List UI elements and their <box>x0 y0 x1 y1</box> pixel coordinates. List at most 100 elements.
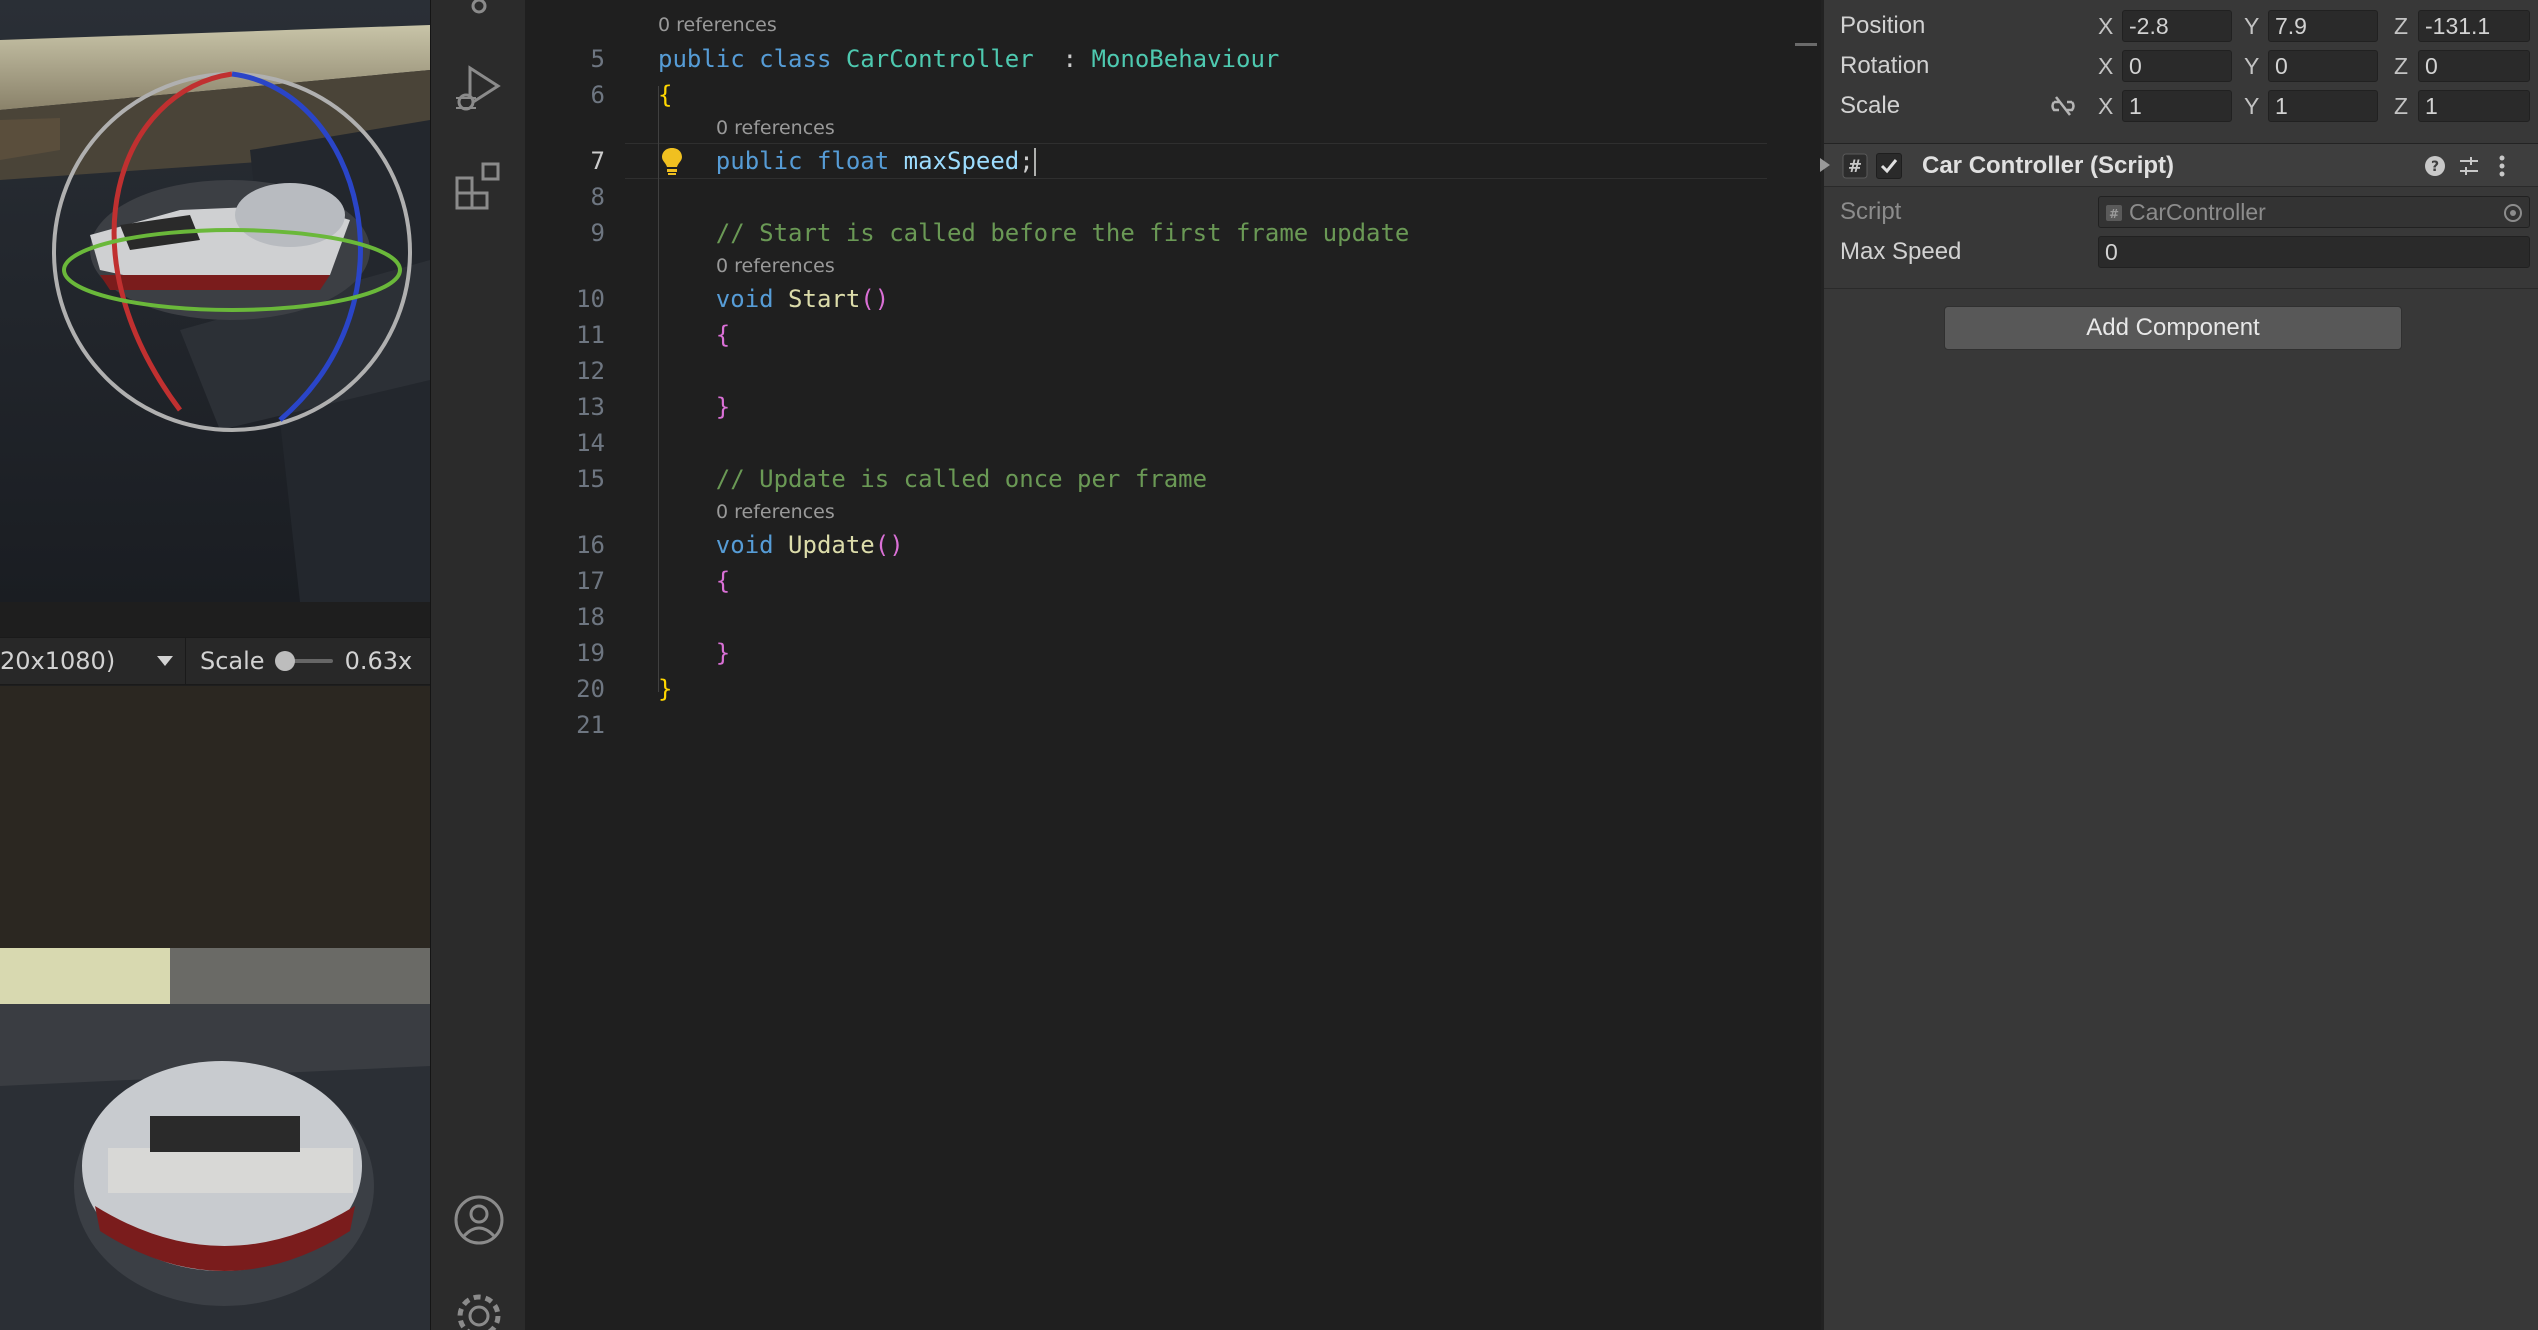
code-line[interactable]: 21 <box>525 707 1793 743</box>
rotation-x-field[interactable]: 0 <box>2122 50 2232 82</box>
foldout-arrow-icon[interactable] <box>1820 158 1832 172</box>
code-text[interactable]: { <box>658 317 730 353</box>
max-speed-label[interactable]: Max Speed <box>1840 238 1961 266</box>
code-line[interactable]: 19 } <box>525 635 1793 671</box>
line-number: 20 <box>576 675 605 703</box>
scale-x-label[interactable]: X <box>2098 93 2113 120</box>
scale-label: Scale <box>1840 92 1901 119</box>
more-options-icon[interactable] <box>2496 155 2508 177</box>
rotation-y-field[interactable]: 0 <box>2268 50 2378 82</box>
code-text[interactable]: public class CarController : MonoBehavio… <box>658 41 1279 77</box>
lightbulb-icon[interactable] <box>660 146 684 176</box>
code-line[interactable]: 15 // Update is called once per frame <box>525 461 1793 497</box>
code-text[interactable]: } <box>658 671 672 707</box>
source-control-icon[interactable] <box>431 0 526 22</box>
code-line[interactable]: 16 void Update() <box>525 527 1793 563</box>
script-object-field[interactable]: # CarController <box>2098 196 2530 228</box>
account-icon[interactable] <box>431 1194 526 1246</box>
code-text[interactable]: // Start is called before the first fram… <box>658 215 1410 251</box>
code-text[interactable]: void Update() <box>658 527 904 563</box>
extensions-icon[interactable] <box>431 160 526 212</box>
scene-view[interactable] <box>0 0 430 602</box>
code-text[interactable]: // Update is called once per frame <box>658 461 1207 497</box>
position-y-label[interactable]: Y <box>2244 13 2259 40</box>
code-token: Start <box>788 285 861 313</box>
line-number: 12 <box>576 357 605 385</box>
constrain-proportions-icon[interactable] <box>2050 94 2076 118</box>
code-editor[interactable]: 0 references 0 references 0 references 0… <box>525 0 1821 1330</box>
code-token: () <box>860 285 890 313</box>
script-row: Script # CarController <box>1824 192 2538 232</box>
inspector-panel: Position X -2.8 Y 7.9 Z -131.1 Rotation … <box>1820 0 2538 1330</box>
rotation-y-label[interactable]: Y <box>2244 53 2259 80</box>
code-line[interactable]: 7 public float maxSpeed; <box>525 143 1793 179</box>
codelens-class-references[interactable]: 0 references <box>658 12 777 38</box>
rotation-z-label[interactable]: Z <box>2394 53 2408 80</box>
game-view-toolbar: 20x1080) Scale 0.63x <box>0 637 430 685</box>
code-token: MonoBehaviour <box>1091 45 1280 73</box>
presets-icon[interactable] <box>2458 155 2480 177</box>
code-line[interactable]: 20} <box>525 671 1793 707</box>
position-x-field[interactable]: -2.8 <box>2122 10 2232 42</box>
scale-z-label[interactable]: Z <box>2394 93 2408 120</box>
script-file-icon: # <box>2106 205 2122 221</box>
scale-y-label[interactable]: Y <box>2244 93 2259 120</box>
scale-x-field[interactable]: 1 <box>2122 90 2232 122</box>
position-y-field[interactable]: 7.9 <box>2268 10 2378 42</box>
rotation-z-field[interactable]: 0 <box>2418 50 2530 82</box>
codelens-update-references[interactable]: 0 references <box>716 499 835 525</box>
code-line[interactable]: 9 // Start is called before the first fr… <box>525 215 1793 251</box>
line-number: 21 <box>576 711 605 739</box>
code-line[interactable]: 18 <box>525 599 1793 635</box>
scale-z-field[interactable]: 1 <box>2418 90 2530 122</box>
code-line[interactable]: 11 { <box>525 317 1793 353</box>
resolution-dropdown[interactable]: 20x1080) <box>0 638 186 684</box>
settings-icon[interactable] <box>431 1290 526 1330</box>
code-text[interactable]: { <box>658 77 672 113</box>
chevron-down-icon <box>157 656 173 666</box>
position-z-label[interactable]: Z <box>2394 13 2408 40</box>
position-z-field[interactable]: -131.1 <box>2418 10 2530 42</box>
scale-slider-knob[interactable] <box>274 651 295 671</box>
code-text[interactable]: public float maxSpeed; <box>658 143 1036 179</box>
resolution-label: 20x1080) <box>0 647 116 675</box>
line-number: 16 <box>576 531 605 559</box>
add-component-button[interactable]: Add Component <box>1944 306 2402 350</box>
position-x-label[interactable]: X <box>2098 13 2113 40</box>
code-line[interactable]: 17 { <box>525 563 1793 599</box>
code-line[interactable]: 12 <box>525 353 1793 389</box>
rotation-x-label[interactable]: X <box>2098 53 2113 80</box>
code-line[interactable]: 14 <box>525 425 1793 461</box>
code-line[interactable]: 13 } <box>525 389 1793 425</box>
scale-y-field[interactable]: 1 <box>2268 90 2378 122</box>
code-token: public <box>715 147 817 175</box>
code-token: void <box>715 285 789 313</box>
code-text[interactable]: } <box>658 635 730 671</box>
code-line[interactable]: 10 void Start() <box>525 281 1793 317</box>
object-picker-icon[interactable] <box>2503 203 2523 223</box>
editor-scrollbar[interactable] <box>1793 0 1821 1330</box>
code-text[interactable]: } <box>658 389 730 425</box>
codelens-field-references[interactable]: 0 references <box>716 115 835 141</box>
game-view[interactable] <box>0 686 430 1330</box>
code-text[interactable]: { <box>658 563 730 599</box>
component-enabled-checkbox[interactable] <box>1876 153 1902 179</box>
line-number: 13 <box>576 393 605 421</box>
scale-slider[interactable] <box>274 651 333 671</box>
code-text[interactable]: void Start() <box>658 281 889 317</box>
code-line[interactable]: 8 <box>525 179 1793 215</box>
max-speed-field[interactable]: 0 <box>2098 236 2530 268</box>
code-token: void <box>715 531 789 559</box>
help-icon[interactable]: ? <box>2424 155 2446 177</box>
code-line[interactable]: 6{ <box>525 77 1793 113</box>
line-number: 10 <box>576 285 605 313</box>
component-header[interactable]: # Car Controller (Script) ? <box>1820 143 2538 187</box>
code-line[interactable]: 5 public class CarController : MonoBehavi… <box>525 41 1793 77</box>
codelens-start-references[interactable]: 0 references <box>716 253 835 279</box>
line-number: 11 <box>576 321 605 349</box>
run-debug-icon[interactable] <box>431 62 526 116</box>
script-label: Script <box>1840 198 1902 225</box>
